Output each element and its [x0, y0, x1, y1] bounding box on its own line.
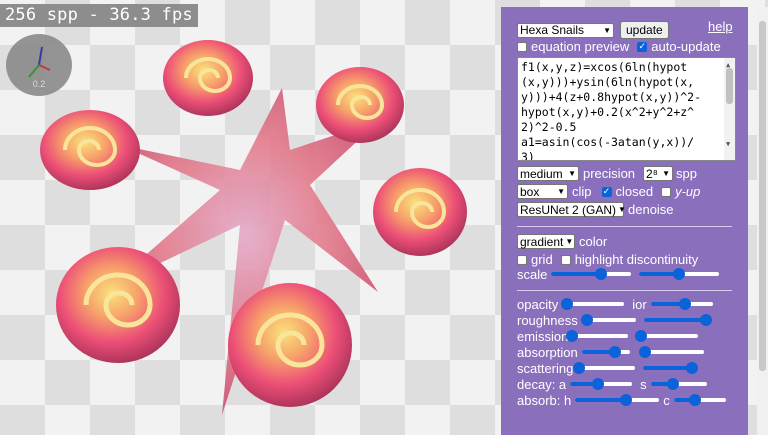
denoise-select[interactable]: ResUNet 2 (GAN) ▼ [517, 202, 626, 217]
chevron-down-icon: ▼ [603, 25, 611, 35]
axis-gizmo[interactable]: 0.2 [5, 33, 73, 97]
chevron-down-icon: ▼ [662, 169, 671, 178]
slider[interactable] [561, 296, 625, 312]
help-link[interactable]: help [708, 19, 733, 34]
slider[interactable] [650, 296, 713, 312]
slider-label-2: s [640, 376, 647, 392]
slider-label-2: ior [632, 296, 647, 312]
chevron-down-icon: ▼ [557, 187, 565, 196]
page-scrollbar[interactable] [757, 7, 768, 435]
slider[interactable] [638, 344, 704, 360]
equation-line: (x,y)))+ysin(6ln(hypot(x, [521, 75, 695, 89]
equation-line: hypot(x,y)+0.2(x^2+y^2+z^ [521, 105, 695, 119]
clip-select[interactable]: box ▼ [517, 184, 568, 199]
slider[interactable] [643, 360, 698, 376]
scale-label: scale [517, 266, 548, 282]
preset-select[interactable]: Hexa Snails ▼ [517, 22, 614, 38]
scale-slider-2[interactable] [639, 266, 719, 282]
slider-label: absorb: h [517, 392, 572, 408]
equation-editor[interactable]: f1(x,y,z)=xcos(6ln(hypot (x,y)))+ysin(6ln… [517, 57, 736, 161]
slider-row: absorption [517, 344, 704, 360]
equation-line: 2)^2-0.5 [521, 120, 577, 134]
gizmo-value: 0.2 [33, 79, 46, 89]
closed-checkbox[interactable]: ✓ [601, 186, 612, 197]
y-up-checkbox[interactable] [661, 186, 672, 197]
chevron-down-icon: ▼ [618, 205, 626, 214]
color-select[interactable]: gradient ▼ [517, 234, 575, 249]
equation-line: 3) [521, 150, 535, 161]
divider [517, 290, 732, 291]
chevron-down-icon: ▼ [568, 169, 576, 178]
slider[interactable] [635, 328, 699, 344]
slider[interactable] [673, 392, 726, 408]
closed-label: closed [615, 184, 654, 199]
slider[interactable] [581, 312, 636, 328]
slider-label: decay: a [517, 376, 567, 392]
slider[interactable] [581, 344, 630, 360]
slider[interactable] [573, 360, 636, 376]
slider-row: scattering [517, 360, 698, 376]
slider-label-2: c [663, 392, 670, 408]
slider-row: absorb: h c [517, 392, 726, 408]
slider[interactable] [575, 392, 660, 408]
slider[interactable] [570, 376, 633, 392]
slider-row: decay: a s [517, 376, 707, 392]
slider[interactable] [643, 312, 712, 328]
grid-checkbox[interactable] [517, 254, 527, 265]
chevron-down-icon: ▼ [565, 237, 574, 246]
grid-label: grid [531, 252, 553, 267]
snail-shell [373, 168, 467, 256]
equation-scrollbar[interactable]: ▲ ▼ [724, 58, 735, 160]
scale-slider[interactable] [551, 266, 631, 282]
highlight-discontinuity-checkbox[interactable] [560, 254, 571, 265]
equation-preview-label: equation preview [531, 39, 630, 54]
equation-line: y)))+4(z+0.8hypot(x,y))^2- [521, 90, 702, 104]
clip-label: clip [572, 184, 592, 199]
slider[interactable] [566, 328, 629, 344]
slider-row: opacity ior [517, 296, 713, 312]
slider-row: emission [517, 328, 699, 344]
slider-label: roughness [517, 312, 578, 328]
fps-counter: 256 spp - 36.3 fps [0, 4, 198, 27]
slider-label: emission [517, 328, 569, 344]
divider [517, 226, 732, 227]
precision-select[interactable]: medium ▼ [517, 166, 579, 181]
snail-shell [316, 67, 404, 143]
slider-label: opacity [517, 296, 559, 312]
spp-label: spp [676, 166, 697, 181]
spp-select[interactable]: 2⁸ ▼ [643, 166, 674, 181]
precision-label: precision [583, 166, 636, 181]
equation-line: f1(x,y,z)=xcos(6ln(hypot [521, 60, 688, 74]
color-label: color [579, 234, 608, 249]
snail-shell [56, 247, 180, 363]
snail-shell [163, 40, 253, 116]
slider-row: roughness [517, 312, 712, 328]
settings-panel: Hexa Snails ▼ update help equation previe… [501, 7, 748, 435]
scroll-down-icon[interactable]: ▼ [726, 137, 730, 152]
y-up-label: y-up [675, 184, 701, 199]
slider-label: absorption [517, 344, 578, 360]
slider-label: scattering [517, 360, 574, 376]
denoise-label: denoise [628, 202, 674, 217]
highlight-discontinuity-label: highlight discontinuity [574, 252, 699, 267]
auto-update-checkbox[interactable]: ✓ [637, 41, 648, 52]
equation-line: a1=asin(cos(-3atan(y,x))/ [521, 135, 695, 149]
snail-shell [228, 283, 352, 407]
auto-update-label: auto-update [651, 39, 721, 54]
slider[interactable] [650, 376, 707, 392]
equation-preview-checkbox[interactable] [517, 41, 527, 52]
snail-shell [40, 110, 140, 190]
update-button[interactable]: update [620, 21, 669, 39]
